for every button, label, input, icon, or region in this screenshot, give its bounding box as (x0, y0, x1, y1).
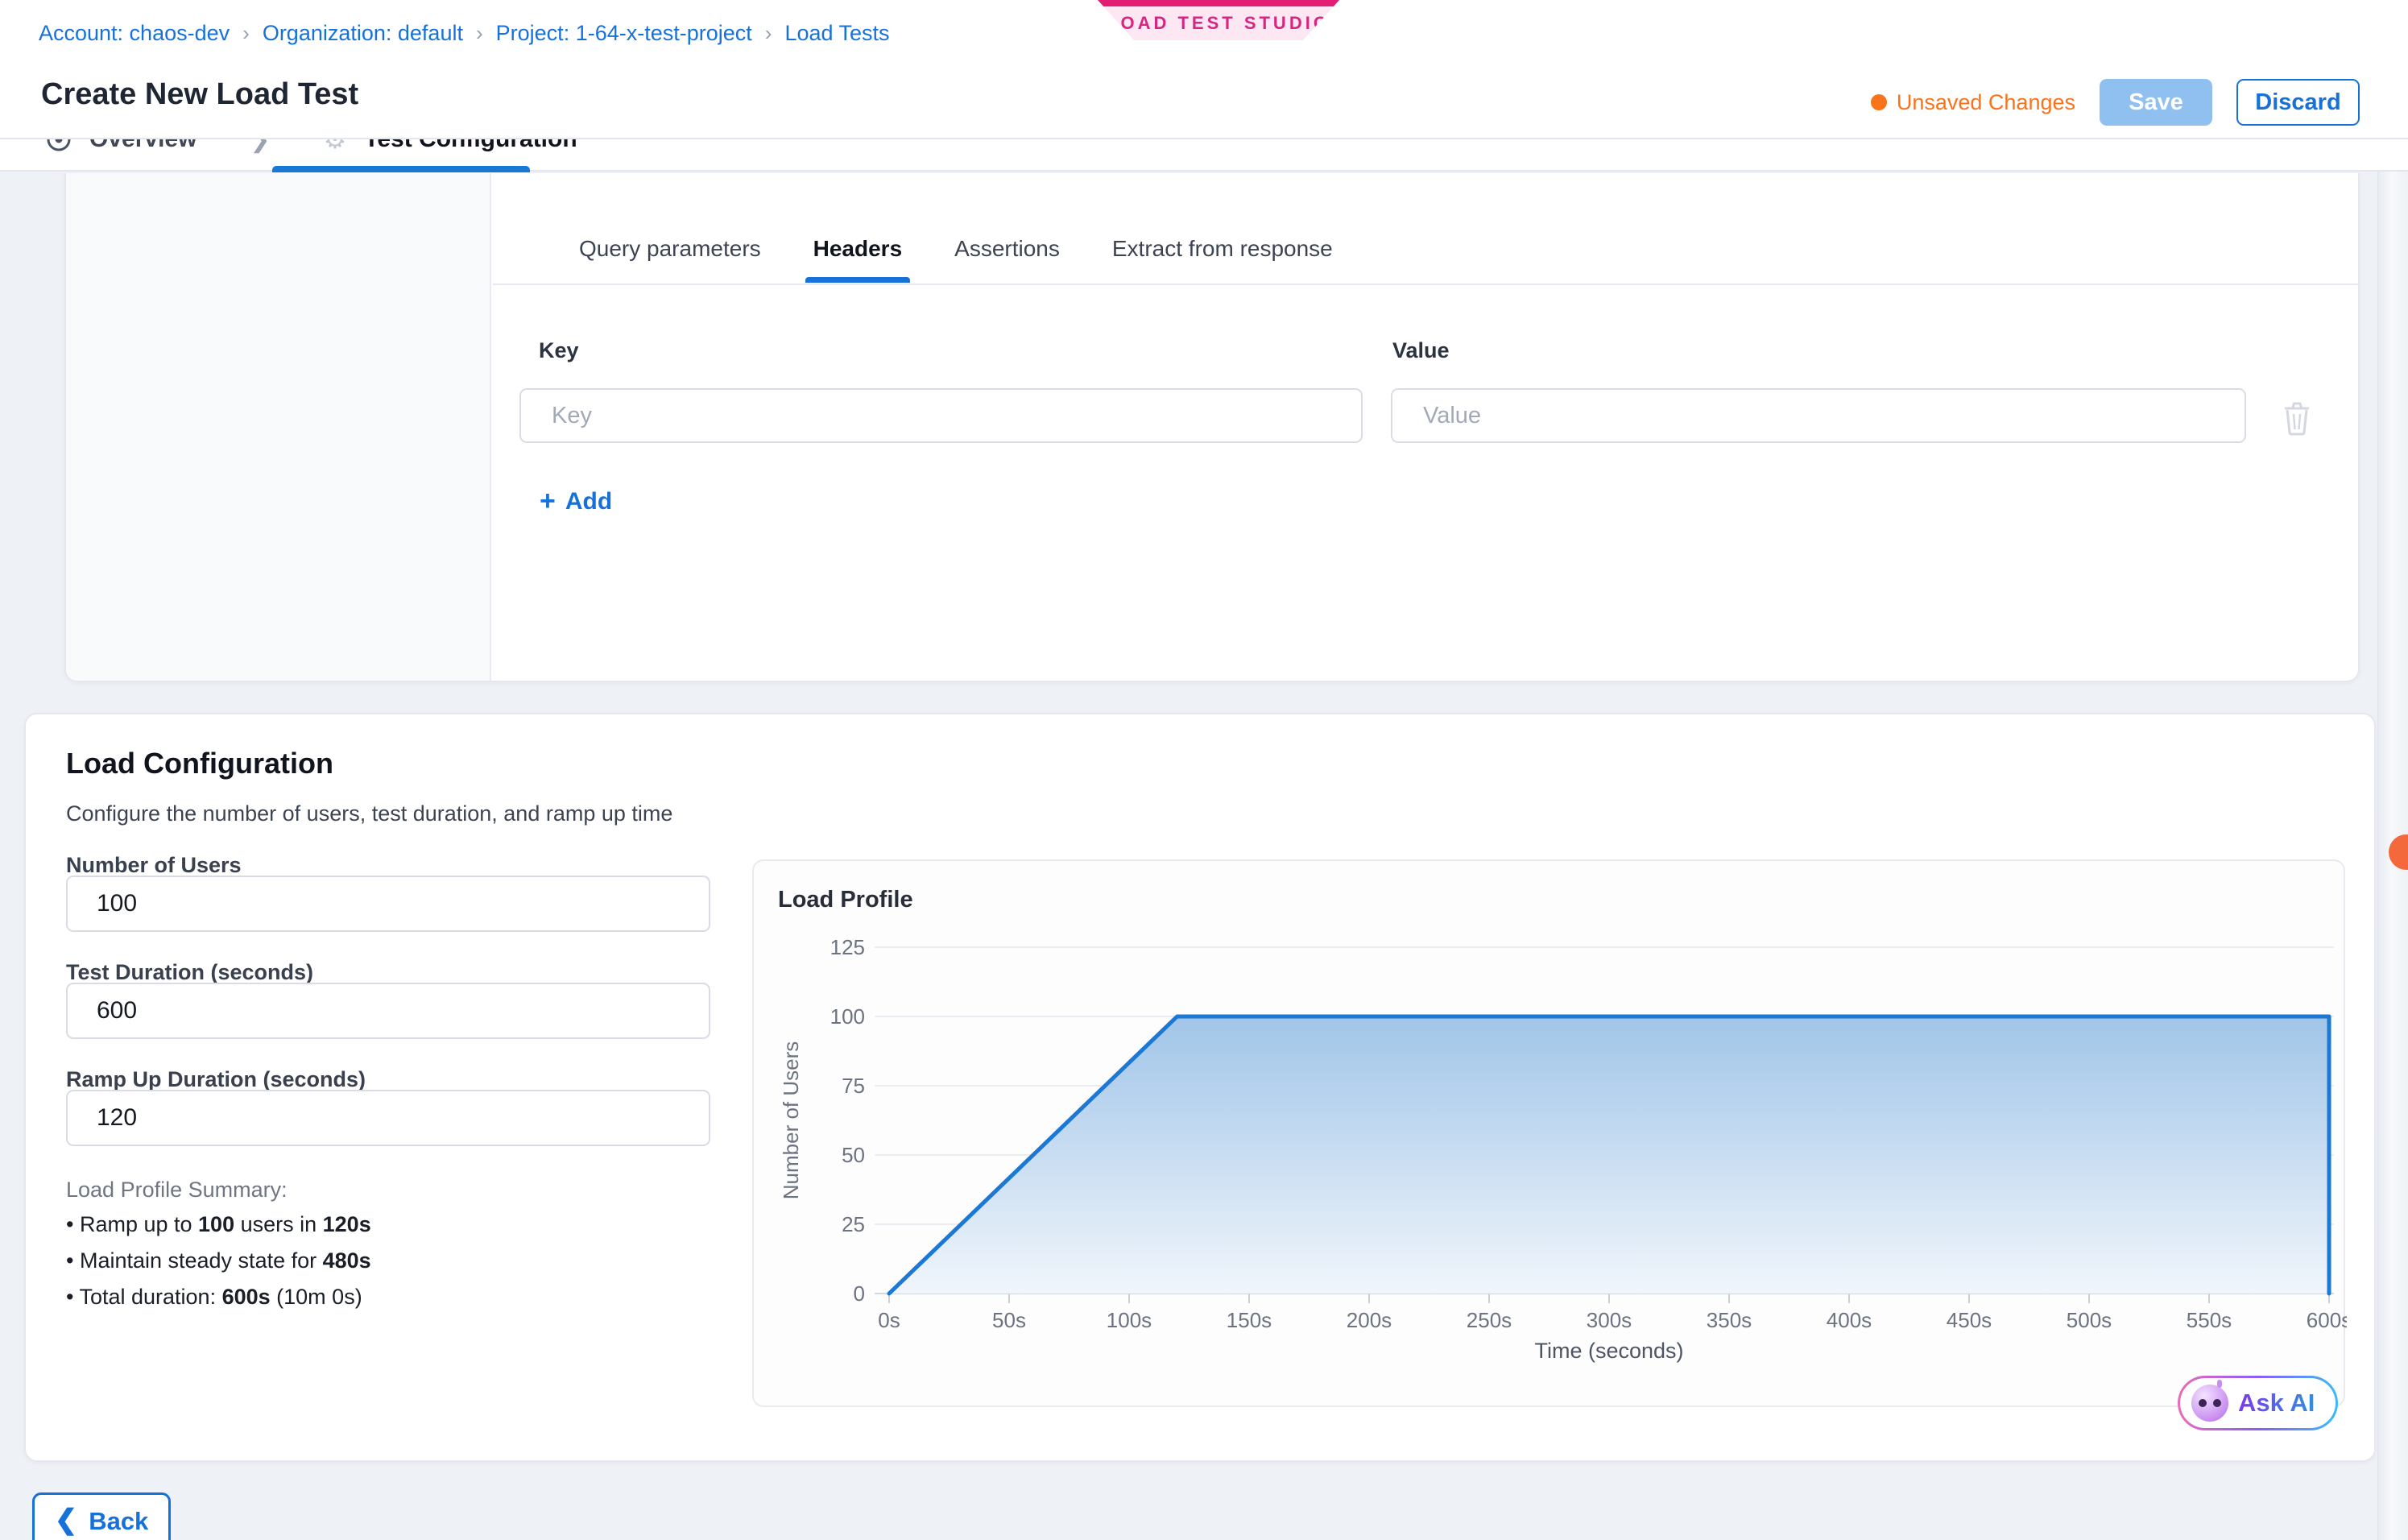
back-button[interactable]: ❮ Back (32, 1492, 171, 1540)
header-value-input[interactable] (1391, 388, 2246, 443)
svg-text:250s: 250s (1467, 1308, 1512, 1332)
summary-total-duration: • Total duration: 600s (10m 0s) (66, 1285, 362, 1310)
app-header: Account: chaos-dev › Organization: defau… (0, 0, 2408, 139)
add-button-label: Add (565, 488, 612, 515)
summary-text: • Maintain steady state for (66, 1248, 323, 1273)
unsaved-changes-status: Unsaved Changes (1871, 90, 2075, 115)
ask-ai-button[interactable]: Ask AI (2178, 1376, 2338, 1430)
svg-text:25: 25 (842, 1212, 865, 1236)
svg-text:350s: 350s (1707, 1308, 1752, 1332)
summary-bold: 600s (222, 1285, 271, 1309)
tab-extract-from-response[interactable]: Extract from response (1104, 230, 1341, 262)
request-tabs: Query parameters Headers Assertions Extr… (493, 230, 2358, 285)
svg-text:450s: 450s (1947, 1308, 1992, 1332)
summary-ramp-up: • Ramp up to 100 users in 120s (66, 1212, 371, 1237)
back-button-label: Back (89, 1507, 148, 1536)
svg-text:125: 125 (830, 935, 865, 959)
load-test-studio-badge: LOAD TEST STUDIO (1098, 0, 1339, 40)
svg-text:50s: 50s (992, 1308, 1026, 1332)
summary-bold: 100 (198, 1212, 234, 1236)
page-scrollbar[interactable] (2377, 0, 2408, 1540)
value-column-label: Value (1392, 338, 1450, 363)
chevron-right-icon: › (752, 21, 785, 46)
svg-text:0: 0 (854, 1281, 865, 1306)
summary-text: • Ramp up to (66, 1212, 198, 1236)
tab-assertions[interactable]: Assertions (946, 230, 1068, 262)
chevron-right-icon: › (463, 21, 496, 46)
page-title: Create New Load Test (41, 77, 358, 112)
discard-button[interactable]: Discard (2236, 79, 2360, 126)
ask-ai-label: Ask AI (2238, 1389, 2315, 1418)
load-profile-chart-card: Load Profile 0 25 50 75 100 125 0s 50s 100s 150s 2… (752, 859, 2345, 1407)
svg-text:100s: 100s (1107, 1308, 1152, 1332)
svg-text:500s: 500s (2067, 1308, 2112, 1332)
svg-text:100: 100 (830, 1004, 865, 1029)
tab-headers[interactable]: Headers (805, 230, 911, 262)
summary-bold: 480s (323, 1248, 371, 1273)
ramp-up-duration-input[interactable] (66, 1090, 710, 1146)
ask-ai-bot-icon (2191, 1385, 2228, 1422)
breadcrumb-load-tests[interactable]: Load Tests (784, 21, 889, 46)
save-button[interactable]: Save (2100, 79, 2212, 126)
number-of-users-label: Number of Users (66, 853, 242, 878)
svg-text:50: 50 (842, 1143, 865, 1167)
svg-text:300s: 300s (1587, 1308, 1632, 1332)
load-configuration-title: Load Configuration (66, 747, 333, 780)
load-profile-summary-heading: Load Profile Summary: (66, 1178, 288, 1203)
header-actions: Unsaved Changes Save Discard (1871, 79, 2360, 126)
load-configuration-card: Load Configuration Configure the number … (24, 713, 2376, 1462)
breadcrumb: Account: chaos-dev › Organization: defau… (39, 21, 890, 46)
plus-icon: + (540, 486, 556, 517)
tab-query-parameters[interactable]: Query parameters (571, 230, 769, 262)
chevron-right-icon: › (230, 21, 263, 46)
request-side-panel (66, 173, 491, 681)
load-configuration-subtitle: Configure the number of users, test dura… (66, 801, 672, 826)
trash-icon (2281, 400, 2313, 436)
summary-text: • Total duration: (66, 1285, 222, 1309)
delete-row-button[interactable] (2279, 400, 2315, 436)
svg-text:0s: 0s (878, 1308, 900, 1332)
svg-text:75: 75 (842, 1074, 865, 1098)
load-profile-chart-title: Load Profile (778, 887, 913, 913)
chevron-left-icon: ❮ (55, 1504, 78, 1536)
breadcrumb-organization[interactable]: Organization: default (263, 21, 463, 46)
summary-bold: 120s (323, 1212, 371, 1236)
key-column-label: Key (539, 338, 579, 363)
request-config-card: Query parameters Headers Assertions Extr… (64, 173, 2360, 682)
svg-text:Time (seconds): Time (seconds) (1534, 1339, 1683, 1363)
svg-text:400s: 400s (1827, 1308, 1872, 1332)
summary-text: (10m 0s) (271, 1285, 362, 1309)
number-of-users-input[interactable] (66, 876, 710, 932)
header-key-input[interactable] (519, 388, 1363, 443)
summary-text: users in (234, 1212, 323, 1236)
breadcrumb-project[interactable]: Project: 1-64-x-test-project (496, 21, 752, 46)
svg-text:Number of Users: Number of Users (779, 1041, 803, 1200)
active-step-underline (272, 166, 530, 172)
svg-text:150s: 150s (1227, 1308, 1272, 1332)
svg-text:600s: 600s (2307, 1308, 2347, 1332)
test-duration-input[interactable] (66, 983, 710, 1039)
load-test-studio-badge-label: LOAD TEST STUDIO (1107, 13, 1330, 34)
load-profile-chart: 0 25 50 75 100 125 0s 50s 100s 150s 200s 250s 300s 35… (754, 927, 2347, 1402)
svg-text:550s: 550s (2187, 1308, 2232, 1332)
svg-text:200s: 200s (1347, 1308, 1392, 1332)
unsaved-changes-label: Unsaved Changes (1897, 90, 2075, 115)
breadcrumb-account[interactable]: Account: chaos-dev (39, 21, 230, 46)
summary-steady-state: • Maintain steady state for 480s (66, 1248, 371, 1273)
unsaved-dot-icon (1871, 94, 1887, 110)
ramp-up-duration-label: Ramp Up Duration (seconds) (66, 1067, 366, 1092)
test-duration-label: Test Duration (seconds) (66, 960, 313, 985)
add-header-button[interactable]: + Add (540, 486, 612, 517)
